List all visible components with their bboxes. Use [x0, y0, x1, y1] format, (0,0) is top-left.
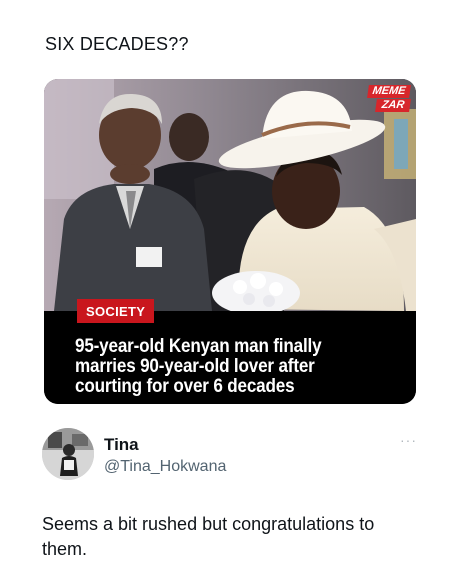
more-options-icon[interactable]: ···	[400, 433, 420, 448]
news-headline: 95-year-old Kenyan man finally marries 9…	[75, 336, 322, 397]
wedding-photo	[44, 79, 416, 311]
post-caption: SIX DECADES??	[45, 34, 189, 54]
news-image-card[interactable]: MEME ZAR SOCIETY 95-year-old Kenyan man …	[44, 79, 416, 404]
avatar[interactable]	[42, 428, 94, 480]
memezar-logo: MEME ZAR	[367, 85, 411, 115]
user-display-name[interactable]: Tina	[104, 435, 139, 455]
watermark-line-1: MEME	[367, 85, 411, 98]
reply-text: Seems a bit rushed but congratulations t…	[42, 514, 375, 559]
watermark-line-2: ZAR	[375, 99, 411, 112]
category-tag: SOCIETY	[77, 299, 155, 323]
user-handle[interactable]: @Tina_Hokwana	[104, 458, 226, 476]
